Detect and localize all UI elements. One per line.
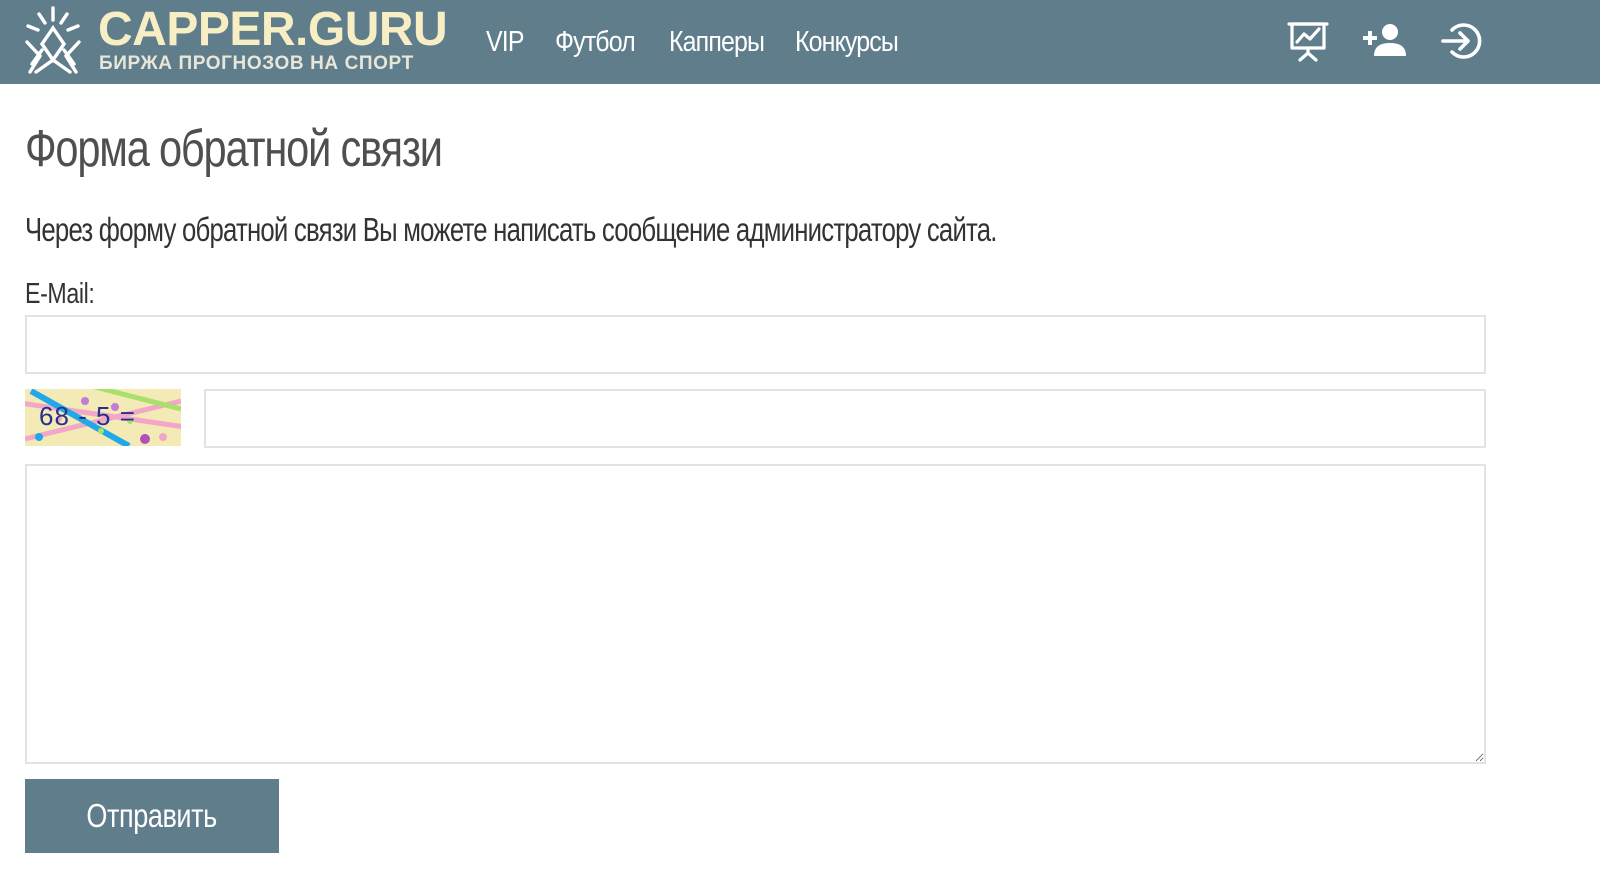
submit-button[interactable]: Отправить — [25, 779, 279, 853]
nav-link-contests[interactable]: Конкурсы — [795, 26, 899, 59]
login-icon[interactable] — [1440, 18, 1486, 64]
stats-board-icon[interactable] — [1285, 18, 1331, 64]
add-user-icon[interactable] — [1362, 18, 1408, 64]
email-field[interactable] — [25, 315, 1486, 374]
submit-button-label: Отправить — [86, 797, 218, 834]
email-label: E-Mail: — [25, 278, 95, 310]
top-navigation-bar: CAPPER.GURU БИРЖА ПРОГНОЗОВ НА СПОРТ VIP… — [0, 0, 1600, 84]
nav-link-vip[interactable]: VIP — [486, 26, 524, 59]
captcha-answer-field[interactable] — [204, 389, 1486, 448]
captcha-image: 68 - 5 = — [25, 389, 181, 446]
logo-emblem-icon — [25, 6, 81, 74]
site-logo[interactable]: CAPPER.GURU БИРЖА ПРОГНОЗОВ НА СПОРТ — [22, 3, 462, 78]
nav-link-football[interactable]: Футбол — [555, 26, 636, 59]
intro-text: Через форму обратной связи Вы можете нап… — [25, 211, 997, 248]
page-title: Форма обратной связи — [25, 120, 443, 178]
logo-subtitle: БИРЖА ПРОГНОЗОВ НА СПОРТ — [99, 53, 414, 74]
captcha-text: 68 - 5 = — [39, 401, 136, 431]
main-nav: VIP Футбол Капперы Конкурсы — [486, 20, 950, 64]
nav-link-cappers[interactable]: Капперы — [669, 26, 765, 59]
message-field[interactable] — [25, 464, 1486, 764]
logo-title: CAPPER.GURU — [98, 3, 448, 56]
